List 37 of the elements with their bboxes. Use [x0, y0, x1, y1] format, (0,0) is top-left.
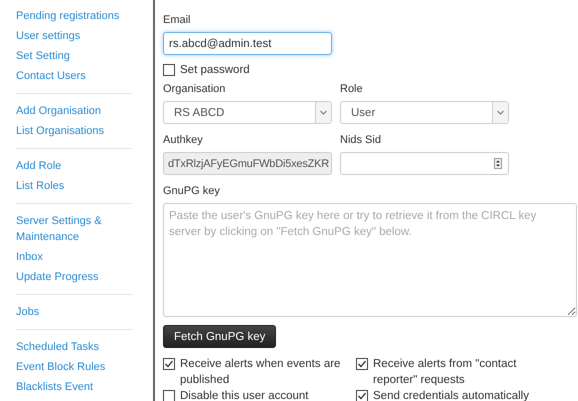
sidebar-link[interactable]: List Organisations: [16, 121, 128, 141]
checkbox[interactable]: [163, 358, 175, 370]
sidebar-link[interactable]: Add Organisation: [16, 101, 128, 121]
number-field[interactable]: [340, 152, 509, 175]
sidebar-link[interactable]: Jobs: [16, 302, 128, 322]
sidebar-link[interactable]: Add Role: [16, 156, 128, 176]
field-label: Nids Sid: [340, 133, 382, 147]
sidebar-link[interactable]: Server Settings & Maintenance: [16, 211, 128, 247]
checkbox-label: Set password: [180, 64, 250, 76]
field-label: Email: [163, 13, 192, 27]
sidebar-link[interactable]: Event Block Rules: [16, 357, 128, 377]
sidebar-link[interactable]: Pending registrations: [16, 6, 128, 26]
field-label: Organisation: [163, 82, 226, 96]
checkbox[interactable]: [163, 390, 175, 401]
checkbox-label: Receive alerts when events are published: [180, 357, 342, 388]
fetch-key-button[interactable]: Fetch GnuPG key: [163, 325, 276, 348]
checkbox-label: Receive alerts from "contact reporter" requests: [373, 357, 518, 388]
sidebar-link[interactable]: Scheduled Tasks: [16, 337, 128, 357]
sidebar-link[interactable]: Blacklists Event: [16, 377, 128, 397]
spinner-icon[interactable]: [494, 158, 502, 169]
sidebar-link[interactable]: Inbox: [16, 247, 128, 267]
sidebar-link[interactable]: List Roles: [16, 176, 128, 196]
checkbox-label: Disable this user account: [180, 389, 308, 401]
gnupg-key-field[interactable]: Paste the user's GnuPG key here or try to retrieve it from the CIRCL key server by clicking on "Fetch GnuPG key" below.: [163, 203, 577, 317]
sidebar-link[interactable]: Set Setting: [16, 46, 128, 66]
field-label: Role: [340, 82, 364, 96]
field-label: GnuPG key: [163, 184, 221, 198]
field-label: Authkey: [163, 133, 204, 147]
organisation-select[interactable]: RS ABCD: [163, 101, 332, 124]
checkbox[interactable]: [356, 358, 368, 370]
sidebar-link[interactable]: User settings: [16, 26, 128, 46]
sidebar-link[interactable]: Update Progress: [16, 267, 128, 287]
role-select[interactable]: User: [340, 101, 509, 124]
checkbox[interactable]: [356, 390, 368, 401]
sidebar-link[interactable]: Contact Users: [16, 66, 128, 86]
email-field[interactable]: rs.abcd@admin.test: [163, 32, 332, 55]
checkbox[interactable]: [163, 64, 175, 76]
